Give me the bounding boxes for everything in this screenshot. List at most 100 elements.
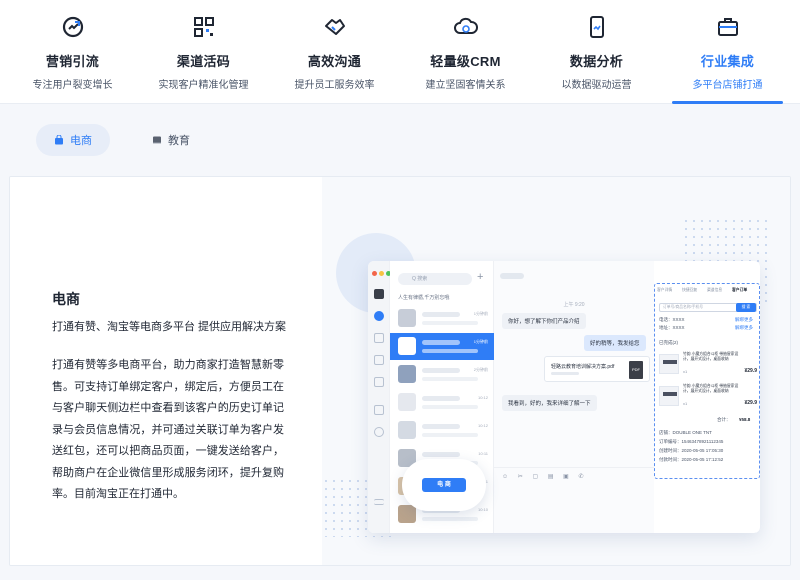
- customer-detail-panel: 客户详情 快捷回复 渠道信息 客户订单 订单号/商品名称/手机号搜 索 电话：X…: [654, 283, 760, 479]
- order-status-label: 已完成(2): [659, 340, 678, 345]
- nav-item-marketing[interactable]: 营销引流 专注用户裂变增长: [7, 0, 138, 104]
- address-field: 地址：XXXX: [659, 325, 685, 330]
- tab-quick-reply[interactable]: 快捷回复: [682, 288, 707, 293]
- tab-customer-detail[interactable]: 客户详情: [657, 288, 682, 293]
- crm-cloud-icon: [453, 17, 478, 34]
- chat-panel: 上午 9:20 你好，想了解下你们产品介绍 好的稍等，我发给您 轻路云教育培训解…: [494, 261, 654, 533]
- order-paid: 付款时间：2020-05-05 17:12:52: [659, 457, 724, 462]
- nav-item-channel-code[interactable]: 渠道活码 实现客户精准化管理: [138, 0, 269, 104]
- floating-pill: 电 商: [402, 459, 486, 511]
- industry-subtabs: 电商 教育: [36, 124, 208, 156]
- contacts-icon: [374, 333, 384, 343]
- order-product[interactable]: 竹韵 小魔方组合斗柜 带抽屉家设计，展开式设计，桌面收纳 x1 ¥29.9: [659, 384, 757, 410]
- item-time: 1分钟前: [473, 311, 488, 316]
- message-outgoing: 好的稍等，我发给您: [584, 335, 646, 351]
- item-time: 2分钟前: [473, 367, 488, 372]
- add-icon[interactable]: +: [477, 271, 483, 283]
- window-controls: [372, 271, 391, 276]
- section-description: 打通有赞等多电商平台，助力商家打造智慧新零售。可支持订单绑定客户，绑定后，方便员…: [52, 359, 284, 500]
- item-time: 10:12: [477, 423, 488, 428]
- growth-icon: [62, 16, 83, 38]
- product-image: [659, 354, 679, 374]
- product-qty: x1: [683, 401, 688, 406]
- pdf-icon: PDF: [629, 361, 643, 379]
- sidebar-avatar-icon: [374, 289, 384, 299]
- active-indicator: [672, 101, 783, 104]
- book-icon: [153, 136, 161, 144]
- tab-customer-orders[interactable]: 客户订单: [732, 288, 757, 293]
- nav-subtitle: 提升员工服务效率: [294, 80, 375, 91]
- list-item[interactable]: 1分钟前: [390, 305, 494, 332]
- document-icon: [374, 405, 384, 415]
- item-time: 10:11: [478, 451, 488, 456]
- item-time: 1分钟前: [473, 339, 488, 344]
- product-price: ¥29.9: [744, 368, 757, 374]
- file-attachment[interactable]: 轻路云教育培训解决方案.pdf PDF: [544, 356, 650, 382]
- nav-title: 高效沟通: [307, 54, 362, 69]
- list-item[interactable]: 10:12: [390, 417, 494, 444]
- total-label: 合计：: [717, 417, 731, 422]
- search-input[interactable]: Q 搜索: [398, 273, 472, 285]
- product-title: 竹韵 小魔方组合斗柜 带抽屉家设计，展开式设计，桌面收纳: [683, 352, 739, 361]
- tab-ecommerce[interactable]: 电商: [36, 124, 110, 156]
- tab-education[interactable]: 教育: [134, 124, 208, 156]
- handshake-icon: [324, 19, 345, 35]
- message-incoming: 你好，想了解下你们产品介绍: [502, 313, 586, 329]
- nav-subtitle: 专注用户裂变增长: [32, 80, 113, 91]
- nav-subtitle: 实现客户精准化管理: [158, 80, 249, 91]
- address-link[interactable]: 解绑更多: [735, 325, 753, 331]
- chat-header: [500, 273, 524, 279]
- product-image: [659, 386, 679, 406]
- nav-subtitle: 建立坚固客情关系: [425, 80, 506, 91]
- apps-icon: [374, 377, 384, 387]
- list-item[interactable]: 2分钟前: [390, 361, 494, 388]
- search-button[interactable]: 搜 索: [736, 303, 756, 312]
- nav-title: 行业集成: [700, 54, 755, 69]
- chat-icon: [374, 311, 384, 321]
- app-sidebar: [368, 261, 391, 533]
- menu-icon: [374, 499, 384, 505]
- calendar-icon: [374, 355, 384, 365]
- nav-item-communication[interactable]: 高效沟通 提升员工服务效率: [269, 0, 400, 104]
- nav-title: 营销引流: [45, 54, 100, 69]
- content-card: 电商 打通有赞、淘宝等电商多平台 提供应用解决方案 打通有赞等多电商平台，助力商…: [9, 176, 791, 566]
- section-tagline: 打通有赞、淘宝等电商多平台 提供应用解决方案: [52, 321, 287, 333]
- nav-subtitle: 以数据驱动运营: [561, 80, 632, 91]
- order-product[interactable]: 竹韵 小魔方组合斗柜 带抽屉家设计，展开式设计，桌面收纳 x1 ¥29.9: [659, 352, 757, 378]
- item-time: 10:12: [477, 395, 488, 400]
- nav-item-data-analysis[interactable]: 数据分析 以数据驱动运营: [531, 0, 662, 104]
- total-value: ¥58.8: [739, 417, 751, 422]
- description-panel: 电商 打通有赞、淘宝等电商多平台 提供应用解决方案 打通有赞等多电商平台，助力商…: [10, 177, 322, 565]
- tab-label: 电商: [70, 135, 92, 147]
- product-price: ¥29.9: [744, 400, 757, 406]
- product-title: 竹韵 小魔方组合斗柜 带抽屉家设计，展开式设计，桌面收纳: [683, 384, 739, 393]
- phone-field: 电话：XXXX: [659, 317, 685, 322]
- message-incoming: 我看到，好的，我来详细了解一下: [502, 395, 597, 411]
- nav-subtitle: 多平台店铺打通: [692, 80, 763, 91]
- shop-bag-icon: [55, 135, 63, 145]
- tab-channel-info[interactable]: 渠道信息: [707, 288, 732, 293]
- phone-chart-icon: [589, 16, 604, 38]
- list-item-selected[interactable]: 1分钟前: [390, 333, 494, 360]
- qrcode-icon: [193, 17, 214, 37]
- product-qty: x1: [683, 369, 688, 374]
- settings-icon: [374, 427, 384, 437]
- list-item[interactable]: 10:12: [390, 389, 494, 416]
- feature-nav: 营销引流 专注用户裂变增长 渠道活码 实现客户精准化管理 高效沟通 提升员工服务…: [0, 0, 800, 104]
- order-created: 创建时间：2020-05-05 17:05:30: [659, 448, 724, 453]
- nav-item-crm[interactable]: 轻量级CRM 建立坚固客情关系: [400, 0, 531, 104]
- order-search-input[interactable]: 订单号/商品名称/手机号搜 索: [659, 303, 757, 312]
- nav-title: 数据分析: [569, 54, 624, 69]
- chat-timestamp: 上午 9:20: [563, 302, 585, 308]
- chat-toolbar-icons[interactable]: ☺ ✂ ▢ ▤ ▣ ✆: [502, 473, 588, 480]
- detail-tabs: 客户详情 快捷回复 渠道信息 客户订单: [657, 288, 757, 293]
- order-shop: 店铺：DOUBLE ONE TNT: [659, 430, 712, 435]
- tab-label: 教育: [168, 135, 190, 147]
- order-number: 订单编号：15463478921112345: [659, 439, 724, 444]
- phone-link[interactable]: 解绑更多: [735, 317, 753, 323]
- ecommerce-badge-button[interactable]: 电 商: [422, 478, 466, 492]
- nav-item-industry-integration[interactable]: 行业集成 多平台店铺打通: [662, 0, 793, 104]
- nav-title: 轻量级CRM: [430, 54, 501, 69]
- section-title: 电商: [52, 291, 80, 307]
- nav-title: 渠道活码: [176, 54, 231, 69]
